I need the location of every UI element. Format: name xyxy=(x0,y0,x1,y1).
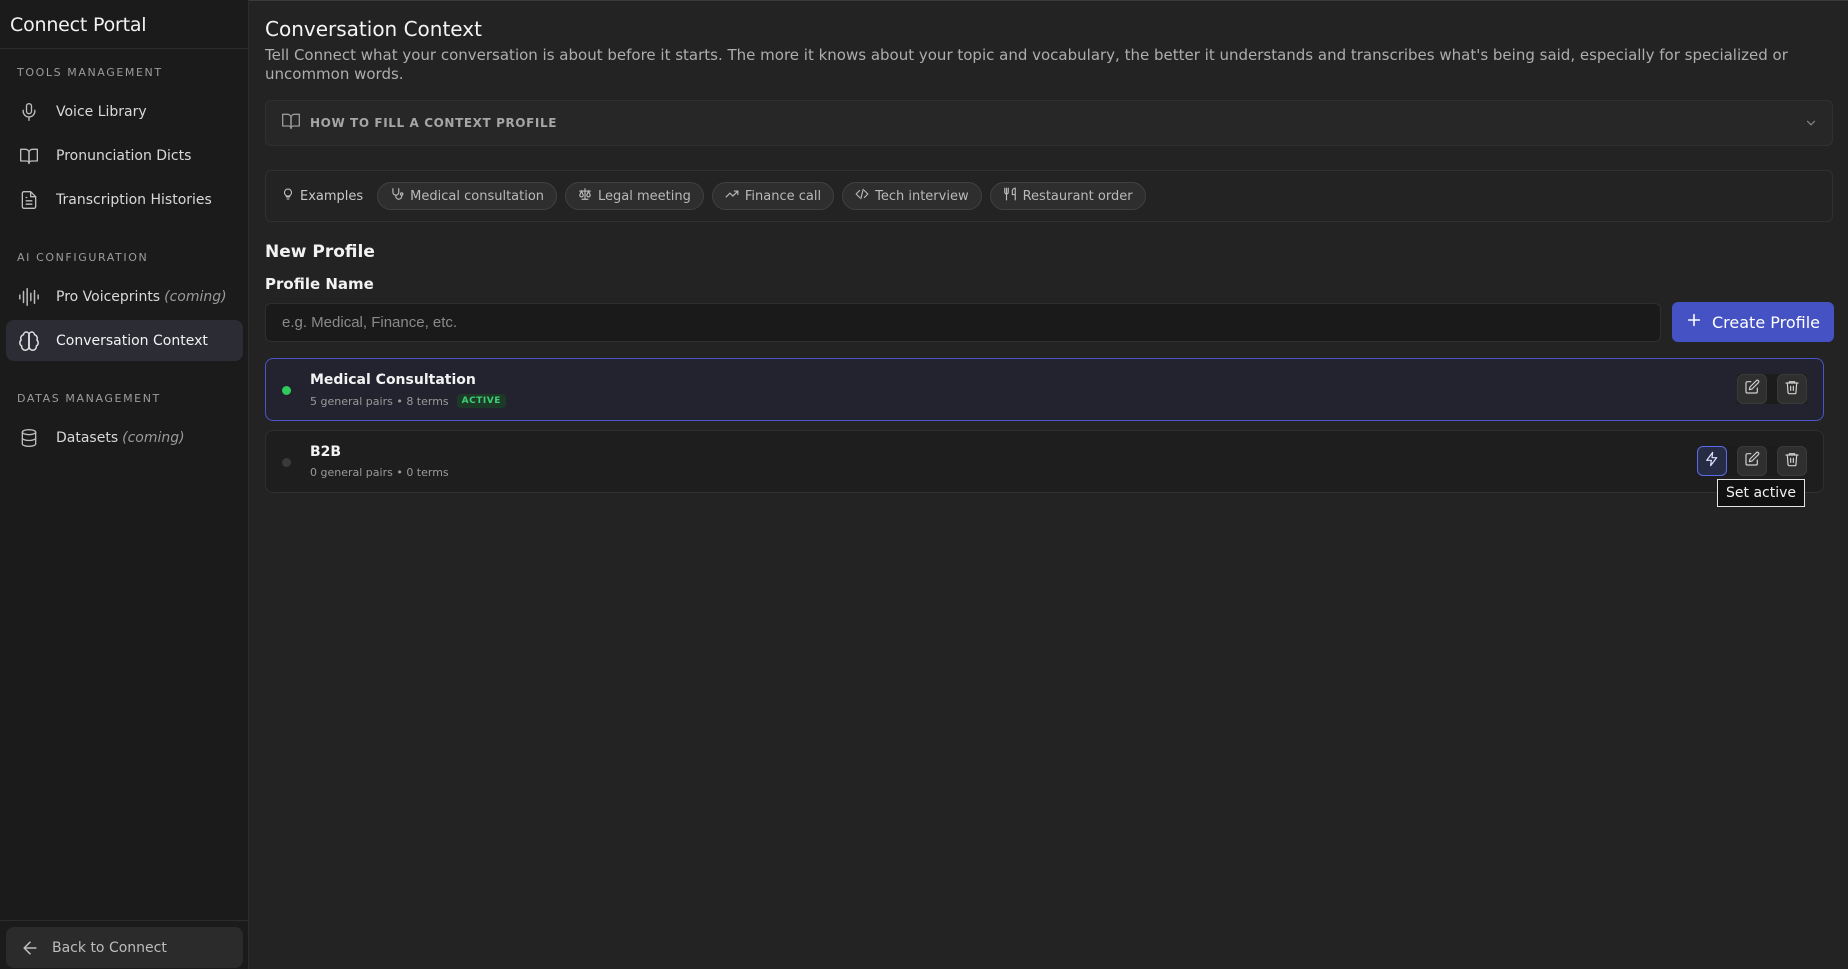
sidebar-item-voice-library[interactable]: Voice Library xyxy=(6,91,243,132)
sidebar-item-pro-voiceprints[interactable]: Pro Voiceprints (coming) xyxy=(6,276,243,317)
edit-icon xyxy=(1744,379,1760,399)
chip-label: Medical consultation xyxy=(410,188,545,204)
examples-text: Examples xyxy=(300,188,364,204)
profile-meta: 5 general pairs • 8 terms ACTIVE xyxy=(310,394,506,408)
example-chip-restaurant[interactable]: Restaurant order xyxy=(989,182,1146,210)
section-title-datas: DATAS MANAGEMENT xyxy=(17,392,161,405)
sidebar-item-label: Conversation Context xyxy=(56,332,208,349)
book-open-icon xyxy=(280,111,302,135)
back-bar: Back to Connect xyxy=(0,920,249,969)
main-content: Conversation Context Tell Connect what y… xyxy=(249,0,1848,969)
profile-meta: 0 general pairs • 0 terms xyxy=(310,466,449,479)
plus-icon xyxy=(1686,312,1712,332)
stethoscope-icon xyxy=(390,187,410,205)
section-title-ai: AI CONFIGURATION xyxy=(17,251,149,264)
document-icon xyxy=(16,188,42,212)
chip-label: Legal meeting xyxy=(598,188,691,204)
examples-label: Examples xyxy=(282,187,363,205)
sidebar-item-label: Datasets xyxy=(56,429,119,446)
profile-meta-text: 5 general pairs • 8 terms xyxy=(310,394,449,408)
active-badge: ACTIVE xyxy=(456,394,506,408)
edit-icon xyxy=(1744,451,1760,471)
profile-name: B2B xyxy=(310,444,342,460)
profile-name-input[interactable] xyxy=(265,303,1661,342)
example-chip-tech[interactable]: Tech interview xyxy=(842,182,982,210)
sidebar-item-label: Voice Library xyxy=(56,103,147,120)
trending-up-icon xyxy=(725,187,745,205)
howto-label: HOW TO FILL A CONTEXT PROFILE xyxy=(310,116,558,130)
example-chip-medical[interactable]: Medical consultation xyxy=(377,182,558,210)
section-title-tools: TOOLS MANAGEMENT xyxy=(17,66,163,79)
profile-meta-text: 0 general pairs • 0 terms xyxy=(310,466,449,479)
profile-name-label: Profile Name xyxy=(265,275,374,293)
back-to-connect-button[interactable]: Back to Connect xyxy=(6,927,243,968)
code-icon xyxy=(855,187,875,205)
sidebar-item-label: Transcription Histories xyxy=(56,191,212,208)
profile-card-medical[interactable]: Medical Consultation 5 general pairs • 8… xyxy=(265,358,1824,421)
profile-card-b2b[interactable]: B2B 0 general pairs • 0 terms xyxy=(265,430,1824,493)
delete-button[interactable] xyxy=(1777,446,1807,476)
chevron-down-icon xyxy=(1804,115,1818,134)
create-profile-label: Create Profile xyxy=(1712,312,1820,332)
coming-tag: (coming) xyxy=(164,288,227,305)
back-label: Back to Connect xyxy=(52,939,167,956)
trash-icon xyxy=(1784,379,1800,399)
set-active-tooltip: Set active xyxy=(1717,479,1805,507)
arrow-left-icon xyxy=(18,936,42,960)
lightbulb-icon xyxy=(282,187,300,205)
brand-title: Connect Portal xyxy=(0,0,248,49)
profile-actions xyxy=(1737,374,1807,404)
book-icon xyxy=(16,144,42,168)
chip-label: Finance call xyxy=(744,188,822,204)
waveform-icon xyxy=(16,285,42,309)
chip-label: Restaurant order xyxy=(1022,188,1133,204)
delete-button[interactable] xyxy=(1777,374,1807,404)
sidebar-item-label: Pronunciation Dicts xyxy=(56,147,192,164)
sidebar-item-conversation-context[interactable]: Conversation Context xyxy=(6,320,243,361)
sidebar-item-label: Pro Voiceprints xyxy=(56,288,161,305)
sidebar-item-pronunciation-dicts[interactable]: Pronunciation Dicts xyxy=(6,135,243,176)
trash-icon xyxy=(1784,451,1800,471)
microphone-icon xyxy=(16,100,42,124)
chip-label: Tech interview xyxy=(875,188,969,204)
status-dot xyxy=(282,386,291,395)
sidebar-item-datasets[interactable]: Datasets (coming) xyxy=(6,417,243,458)
sidebar-item-transcription-histories[interactable]: Transcription Histories xyxy=(6,179,243,220)
example-chip-finance[interactable]: Finance call xyxy=(711,182,835,210)
set-active-button[interactable] xyxy=(1697,446,1727,476)
page-description: Tell Connect what your conversation is a… xyxy=(265,46,1788,83)
page-title: Conversation Context xyxy=(265,17,482,41)
utensils-icon xyxy=(1003,187,1023,205)
examples-bar: Examples Medical consultation Legal meet… xyxy=(265,170,1833,222)
status-dot xyxy=(282,458,291,467)
profile-actions xyxy=(1697,446,1807,476)
lightning-icon xyxy=(1704,451,1720,471)
create-profile-button[interactable]: Create Profile xyxy=(1672,302,1834,342)
brain-icon xyxy=(16,329,42,353)
profile-name: Medical Consultation xyxy=(310,372,476,388)
howto-accordion[interactable]: HOW TO FILL A CONTEXT PROFILE xyxy=(265,100,1833,146)
database-icon xyxy=(16,426,42,450)
edit-button[interactable] xyxy=(1737,374,1767,404)
coming-tag: (coming) xyxy=(122,429,185,446)
example-chip-legal[interactable]: Legal meeting xyxy=(565,182,704,210)
sidebar: Connect Portal TOOLS MANAGEMENT Voice Li… xyxy=(0,0,249,969)
new-profile-title: New Profile xyxy=(265,242,375,262)
edit-button[interactable] xyxy=(1737,446,1767,476)
scale-icon xyxy=(578,187,598,205)
